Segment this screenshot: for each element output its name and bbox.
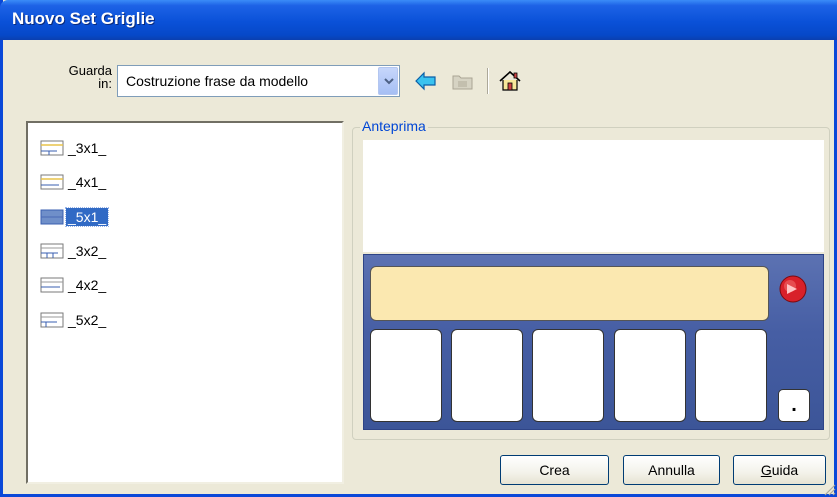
help-label-rest: uida — [771, 462, 799, 478]
title-bar[interactable]: Nuovo Set Griglie — [0, 0, 837, 40]
grid-file-icon — [40, 243, 64, 259]
look-in-selected-value: Costruzione frase da modello — [126, 73, 309, 89]
grid-cell — [370, 329, 442, 422]
list-item[interactable]: _4x2_ — [40, 274, 240, 296]
chevron-down-icon — [384, 78, 394, 85]
list-item-label: _5x1_ — [64, 207, 110, 227]
dropdown-arrow-button[interactable] — [378, 67, 398, 95]
grid-cell — [614, 329, 686, 422]
grid-set-list[interactable]: _3x1_ _4x1_ _5x1_ _3x2_ _4x2_ _5x2_ — [26, 121, 344, 484]
window-title: Nuovo Set Griglie — [12, 9, 155, 28]
list-item-selected[interactable]: _5x1_ — [40, 206, 240, 228]
look-in-label-line2: in: — [98, 76, 112, 91]
preview-grid-panel: . — [363, 254, 824, 430]
folder-up-icon — [452, 75, 473, 90]
help-accelerator: G — [760, 462, 772, 478]
list-item-label: _4x1_ — [68, 174, 107, 190]
resize-grip-icon[interactable] — [822, 482, 836, 496]
list-item-label: _3x1_ — [68, 140, 107, 156]
grid-file-icon — [40, 174, 64, 190]
grid-file-icon — [40, 140, 64, 156]
list-item[interactable]: _5x2_ — [40, 309, 240, 331]
home-icon — [499, 70, 521, 91]
grid-cell — [532, 329, 604, 422]
list-item-label: _5x2_ — [68, 312, 107, 328]
home-button[interactable] — [497, 68, 523, 94]
back-button[interactable] — [413, 68, 439, 94]
preview-message-area — [363, 140, 824, 252]
toolbar-separator — [487, 68, 489, 94]
list-item-label: _3x2_ — [68, 243, 107, 259]
look-in-dropdown[interactable]: Costruzione frase da modello — [117, 65, 400, 97]
grid-file-icon — [40, 277, 64, 293]
preview-label: Anteprima — [360, 118, 428, 134]
list-item[interactable]: _3x2_ — [40, 240, 240, 262]
grid-cell — [695, 329, 767, 422]
sentence-bar — [370, 266, 769, 321]
list-item[interactable]: _3x1_ — [40, 137, 240, 159]
grid-cell — [451, 329, 523, 422]
back-arrow-icon — [415, 71, 436, 91]
help-button[interactable]: Guida — [733, 455, 826, 485]
period-cell: . — [778, 389, 810, 422]
up-folder-button[interactable] — [450, 68, 476, 94]
speak-red-icon — [779, 275, 807, 303]
grid-file-icon — [40, 209, 64, 225]
create-button[interactable]: Crea — [500, 455, 609, 485]
grid-file-icon — [40, 312, 64, 328]
look-in-label: Guarda in: — [62, 64, 112, 90]
list-item-label: _4x2_ — [68, 277, 107, 293]
cancel-button[interactable]: Annulla — [623, 455, 720, 485]
list-item[interactable]: _4x1_ — [40, 171, 240, 193]
